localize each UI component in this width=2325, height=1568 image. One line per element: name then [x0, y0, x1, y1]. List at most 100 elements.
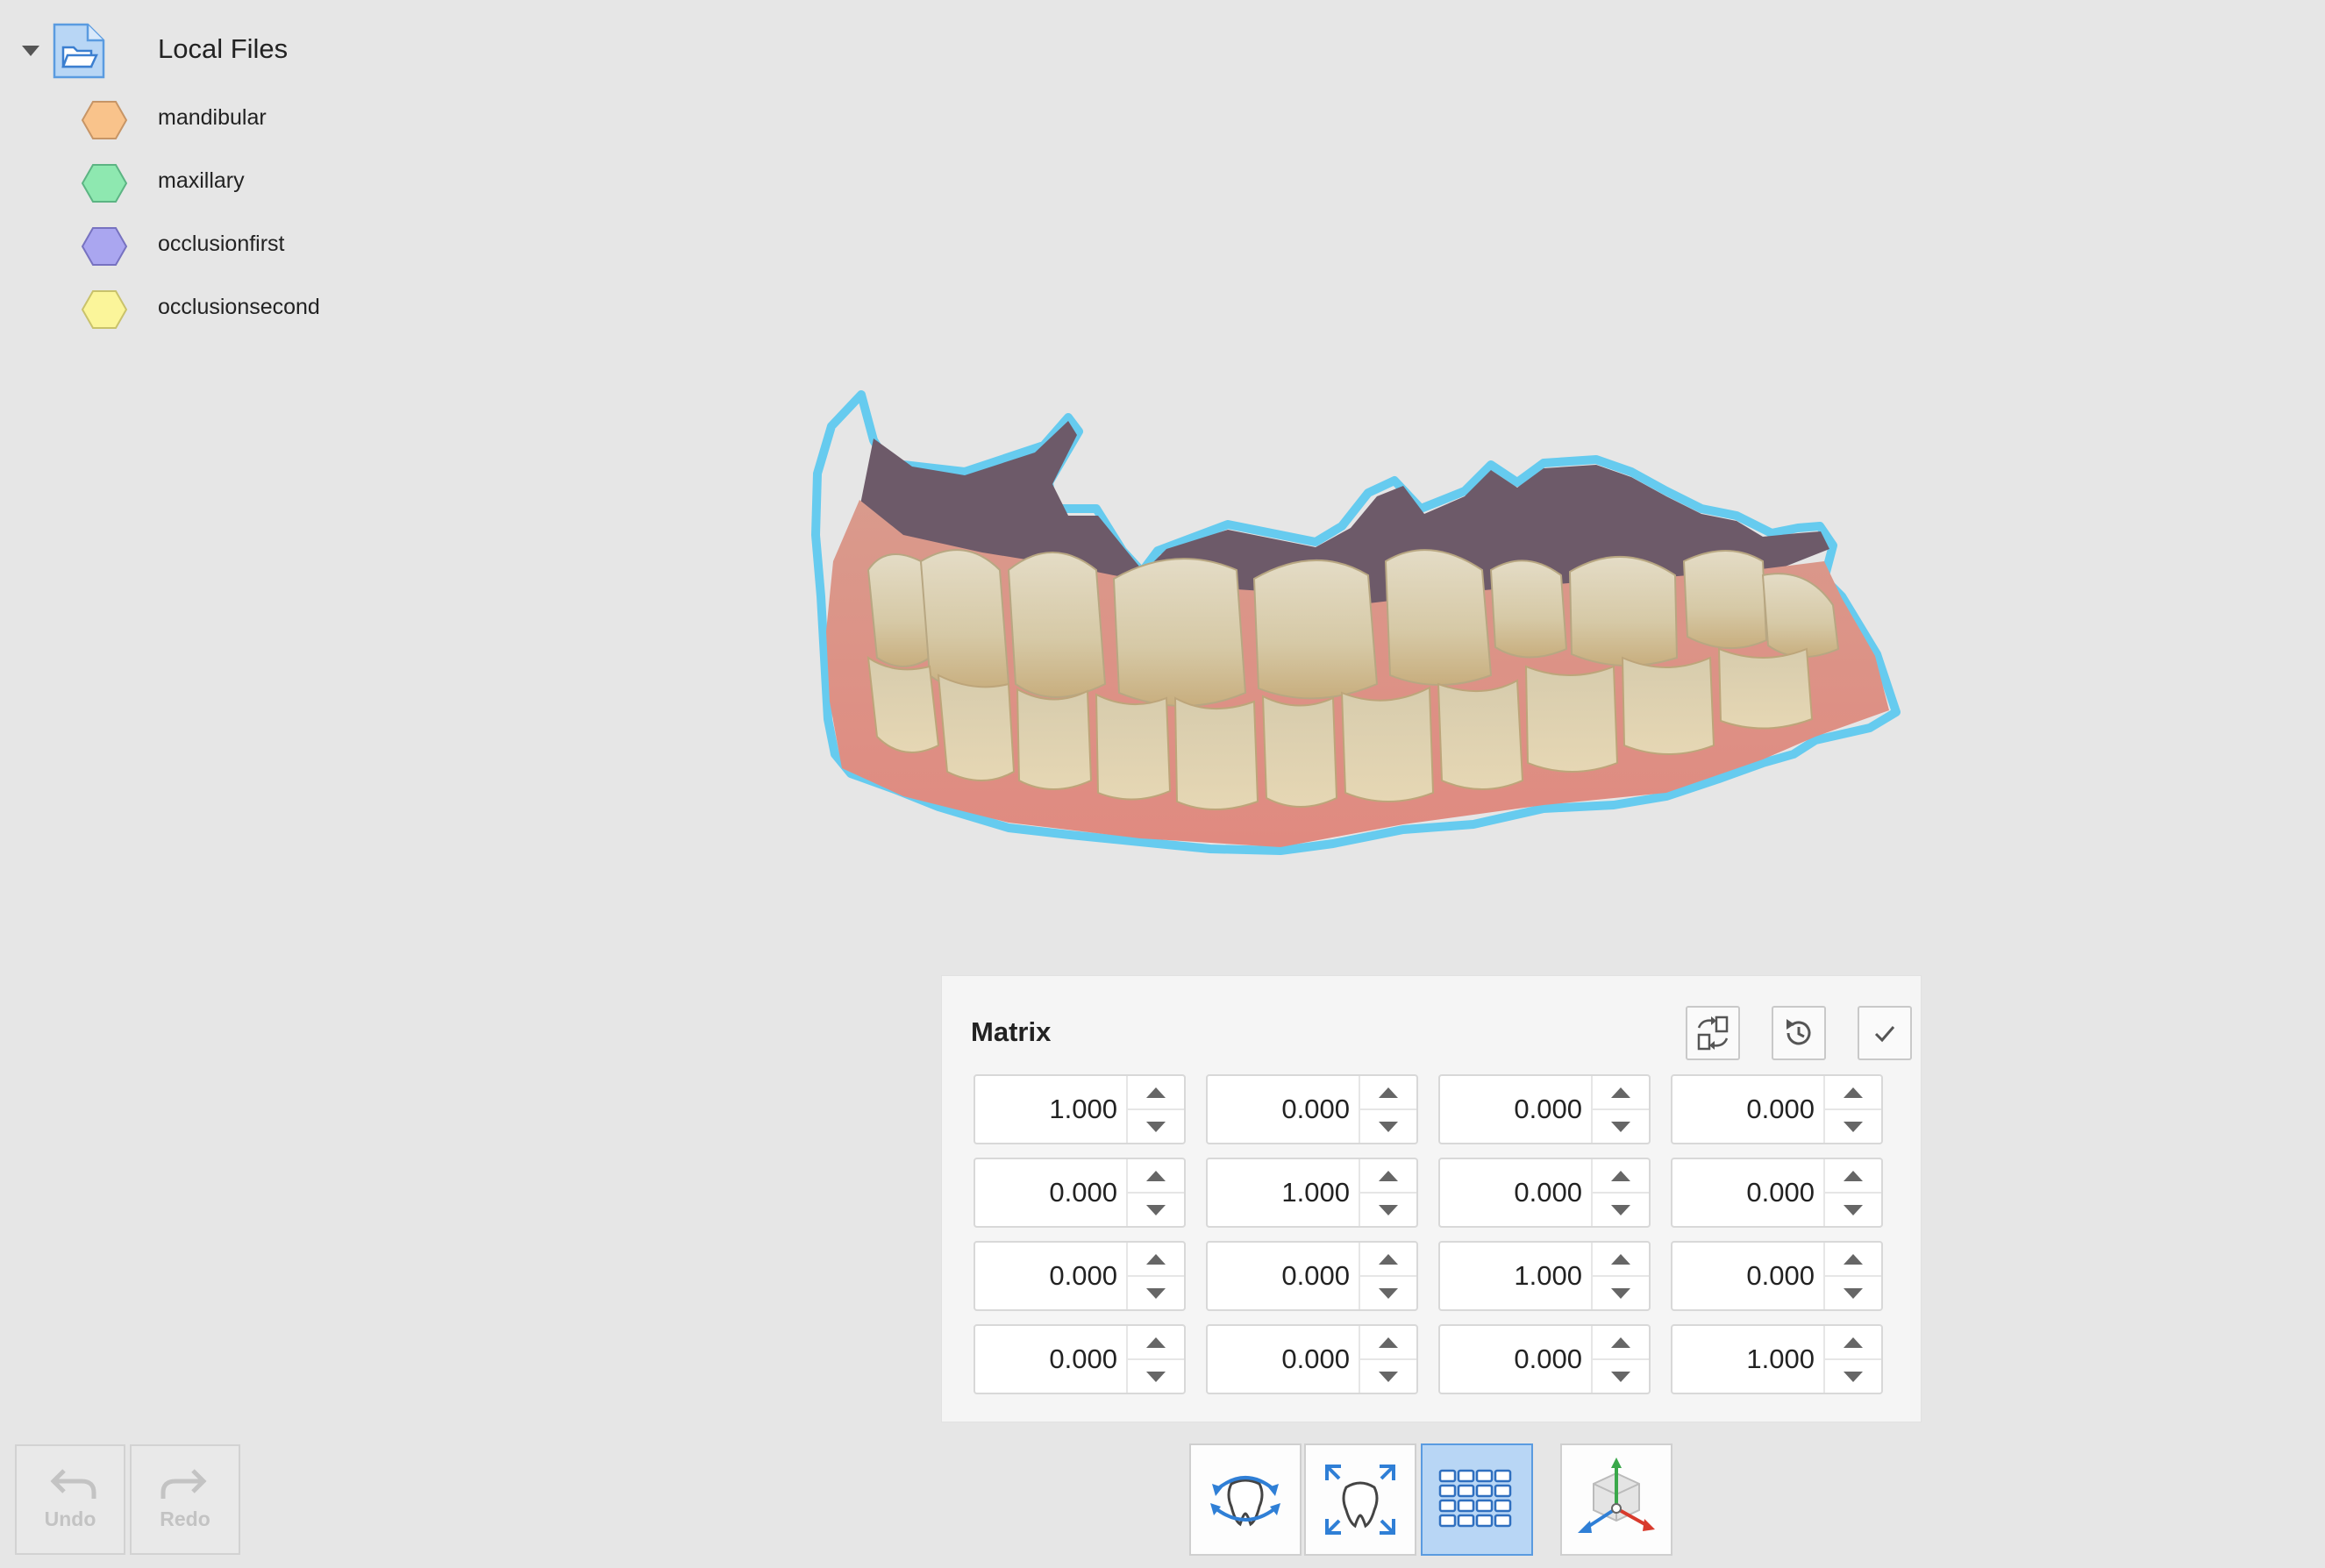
tree-item-occlusionfirst[interactable]: occlusionfirst [81, 220, 285, 273]
rotate-view-tool[interactable] [1189, 1443, 1302, 1556]
matrix-cell-1-3[interactable]: 0.000 [1671, 1158, 1883, 1228]
occlusionfirst-mesh-icon [81, 227, 128, 266]
increment-button[interactable] [1825, 1243, 1881, 1277]
axis-cube-icon [1578, 1458, 1655, 1533]
tree-item-label: maxillary [158, 168, 245, 193]
increment-button[interactable] [1360, 1076, 1416, 1110]
matrix-cell-2-2[interactable]: 1.000 [1438, 1241, 1651, 1311]
increment-button[interactable] [1128, 1326, 1184, 1360]
increment-button[interactable] [1360, 1243, 1416, 1277]
matrix-cell-1-0[interactable]: 0.000 [974, 1158, 1186, 1228]
tree-item-maxillary[interactable]: maxillary [81, 157, 245, 210]
matrix-cell-2-0[interactable]: 0.000 [974, 1241, 1186, 1311]
axis-tool[interactable] [1560, 1443, 1672, 1556]
matrix-value[interactable]: 0.000 [1208, 1326, 1359, 1393]
matrix-value[interactable]: 0.000 [1208, 1243, 1359, 1309]
undo-button[interactable]: Undo [15, 1444, 125, 1555]
arrow-down-icon [1611, 1121, 1630, 1132]
arrow-up-icon [1611, 1336, 1630, 1348]
matrix-value[interactable]: 0.000 [975, 1243, 1126, 1309]
matrix-cell-3-1[interactable]: 0.000 [1206, 1324, 1418, 1394]
increment-button[interactable] [1593, 1076, 1649, 1110]
spin-arrows [1126, 1159, 1184, 1226]
increment-button[interactable] [1128, 1243, 1184, 1277]
matrix-value[interactable]: 0.000 [1440, 1326, 1591, 1393]
tree-item-occlusionsecond[interactable]: occlusionsecond [81, 283, 320, 336]
swap-button[interactable] [1686, 1006, 1740, 1060]
decrement-button[interactable] [1825, 1194, 1881, 1226]
matrix-value[interactable]: 0.000 [1440, 1159, 1591, 1226]
arrow-down-icon [1146, 1287, 1166, 1299]
matrix-row: 1.000 0.000 0.000 0.000 [974, 1074, 1903, 1144]
spin-arrows [1359, 1159, 1416, 1226]
fit-view-tool[interactable] [1304, 1443, 1416, 1556]
decrement-button[interactable] [1825, 1277, 1881, 1309]
matrix-value[interactable]: 0.000 [1672, 1159, 1823, 1226]
matrix-cell-3-0[interactable]: 0.000 [974, 1324, 1186, 1394]
matrix-cell-1-1[interactable]: 1.000 [1206, 1158, 1418, 1228]
increment-button[interactable] [1825, 1076, 1881, 1110]
matrix-cell-0-0[interactable]: 1.000 [974, 1074, 1186, 1144]
decrement-button[interactable] [1825, 1360, 1881, 1393]
decrement-button[interactable] [1360, 1277, 1416, 1309]
matrix-grid-tool[interactable] [1421, 1443, 1533, 1556]
increment-button[interactable] [1593, 1326, 1649, 1360]
spin-arrows [1359, 1326, 1416, 1393]
matrix-value[interactable]: 1.000 [1208, 1159, 1359, 1226]
matrix-cell-2-1[interactable]: 0.000 [1206, 1241, 1418, 1311]
decrement-button[interactable] [1360, 1110, 1416, 1143]
matrix-cell-0-1[interactable]: 0.000 [1206, 1074, 1418, 1144]
occlusionsecond-mesh-icon [81, 290, 128, 329]
matrix-cell-0-3[interactable]: 0.000 [1671, 1074, 1883, 1144]
matrix-value[interactable]: 0.000 [1672, 1243, 1823, 1309]
arrow-down-icon [1844, 1287, 1863, 1299]
matrix-value[interactable]: 0.000 [1440, 1076, 1591, 1143]
increment-button[interactable] [1593, 1243, 1649, 1277]
matrix-value[interactable]: 0.000 [1672, 1076, 1823, 1143]
decrement-button[interactable] [1360, 1360, 1416, 1393]
spin-arrows [1823, 1159, 1881, 1226]
decrement-button[interactable] [1593, 1277, 1649, 1309]
reset-button[interactable] [1772, 1006, 1826, 1060]
increment-button[interactable] [1360, 1326, 1416, 1360]
dental-scan-model[interactable] [789, 368, 2070, 1000]
arrow-up-icon [1146, 1253, 1166, 1265]
spin-arrows [1591, 1159, 1649, 1226]
decrement-button[interactable] [1128, 1110, 1184, 1143]
matrix-cell-0-2[interactable]: 0.000 [1438, 1074, 1651, 1144]
matrix-value[interactable]: 1.000 [975, 1076, 1126, 1143]
spin-arrows [1823, 1076, 1881, 1143]
matrix-value[interactable]: 0.000 [975, 1326, 1126, 1393]
decrement-button[interactable] [1593, 1194, 1649, 1226]
tree-root-local-files[interactable] [19, 19, 107, 82]
matrix-value[interactable]: 1.000 [1440, 1243, 1591, 1309]
increment-button[interactable] [1825, 1326, 1881, 1360]
matrix-cell-3-3[interactable]: 1.000 [1671, 1324, 1883, 1394]
decrement-button[interactable] [1593, 1110, 1649, 1143]
matrix-cell-3-2[interactable]: 0.000 [1438, 1324, 1651, 1394]
decrement-button[interactable] [1128, 1360, 1184, 1393]
reset-icon [1787, 1019, 1811, 1045]
increment-button[interactable] [1825, 1159, 1881, 1194]
decrement-button[interactable] [1128, 1194, 1184, 1226]
increment-button[interactable] [1360, 1159, 1416, 1194]
redo-button[interactable]: Redo [130, 1444, 240, 1555]
matrix-value[interactable]: 1.000 [1672, 1326, 1823, 1393]
3d-viewport[interactable] [789, 368, 2070, 1000]
matrix-cell-1-2[interactable]: 0.000 [1438, 1158, 1651, 1228]
tree-item-mandibular[interactable]: mandibular [81, 94, 267, 146]
increment-button[interactable] [1593, 1159, 1649, 1194]
matrix-value[interactable]: 0.000 [1208, 1076, 1359, 1143]
arrow-down-icon [1611, 1204, 1630, 1215]
matrix-row: 0.000 0.000 1.000 0.000 [974, 1241, 1903, 1311]
increment-button[interactable] [1128, 1159, 1184, 1194]
matrix-cell-2-3[interactable]: 0.000 [1671, 1241, 1883, 1311]
decrement-button[interactable] [1825, 1110, 1881, 1143]
decrement-button[interactable] [1593, 1360, 1649, 1393]
matrix-value[interactable]: 0.000 [975, 1159, 1126, 1226]
increment-button[interactable] [1128, 1076, 1184, 1110]
decrement-button[interactable] [1128, 1277, 1184, 1309]
confirm-button[interactable] [1858, 1006, 1912, 1060]
collapse-triangle-icon[interactable] [19, 39, 42, 62]
decrement-button[interactable] [1360, 1194, 1416, 1226]
